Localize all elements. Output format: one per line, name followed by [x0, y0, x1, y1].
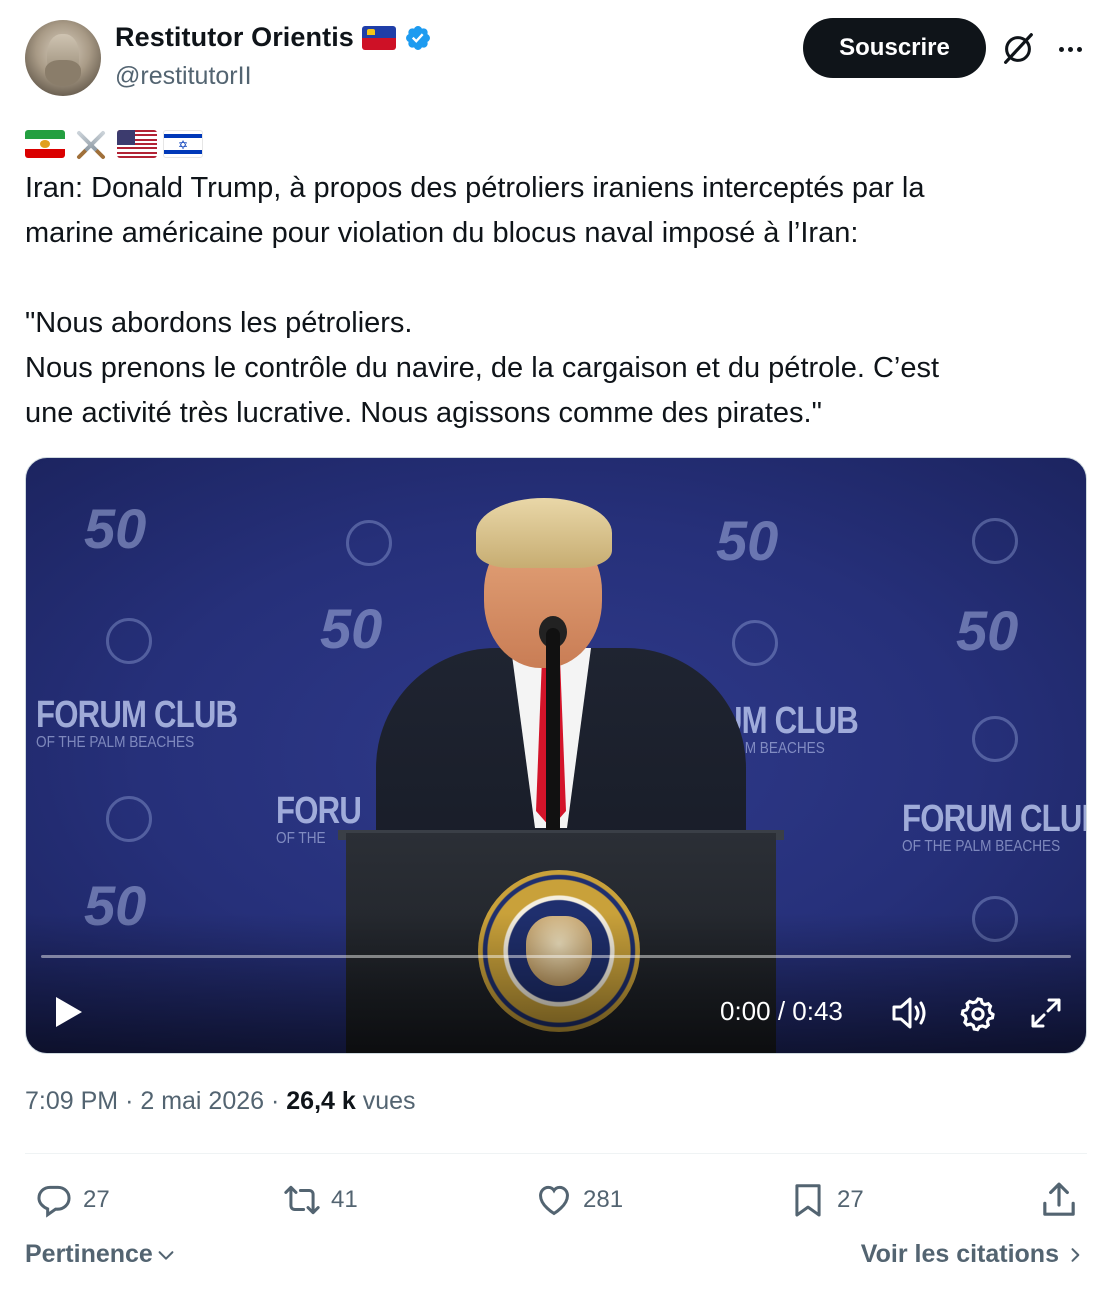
reply-icon: [37, 1185, 71, 1218]
author-handle[interactable]: @restitutorII: [115, 62, 252, 91]
backdrop-brand: FORUM CLUB: [36, 694, 238, 736]
repost-button[interactable]: 41: [283, 1172, 358, 1228]
tweet-actions: 27 41 281 27: [25, 1172, 1087, 1228]
capitol-dome-icon: [972, 518, 1018, 564]
repost-icon: [284, 1185, 320, 1215]
video-time: 0:00 / 0:43: [720, 996, 843, 1026]
bookmark-icon: [795, 1184, 821, 1217]
views-count: 26,4 k: [286, 1087, 356, 1115]
more-options-icon[interactable]: [1053, 32, 1087, 66]
view-quotes-label: Voir les citations: [860, 1240, 1059, 1268]
video-controls-shade: [26, 913, 1086, 1053]
share-icon[interactable]: [1039, 1180, 1079, 1220]
anniversary-logo: 50: [84, 497, 147, 560]
tweet-meta: 7:09 PM · 2 mai 2026 · 26,4 k vues: [25, 1087, 416, 1116]
israel-flag-icon: ✡: [163, 130, 203, 158]
bookmark-button[interactable]: 27: [789, 1172, 864, 1228]
backdrop-brand-sub: OF THE: [276, 830, 326, 847]
avatar[interactable]: [25, 20, 101, 96]
sort-label: Pertinence: [25, 1240, 153, 1268]
sort-dropdown[interactable]: Pertinence: [25, 1240, 177, 1269]
repost-count: 41: [331, 1186, 358, 1213]
capitol-dome-icon: [972, 716, 1018, 762]
subscribe-button[interactable]: Souscrire: [803, 18, 986, 78]
liechtenstein-flag-icon: [361, 25, 396, 50]
tweet-date[interactable]: 2 mai 2026: [140, 1087, 264, 1115]
fullscreen-icon[interactable]: [1029, 996, 1063, 1030]
like-button[interactable]: 281: [535, 1172, 623, 1228]
avatar-bust-beard: [45, 60, 81, 86]
emoji-line: ✡: [25, 126, 203, 162]
settings-gear-icon[interactable]: [959, 995, 997, 1033]
tweet-time[interactable]: 7:09 PM: [25, 1087, 118, 1115]
anniversary-logo: 50: [956, 599, 1019, 662]
author-display-name[interactable]: Restitutor Orientis: [115, 22, 354, 53]
verified-badge-icon[interactable]: [404, 24, 432, 52]
backdrop-brand: FORUM CLUB: [902, 798, 1087, 840]
backdrop-brand-sub: OF THE PALM BEACHES: [36, 734, 195, 751]
grok-icon[interactable]: [999, 30, 1037, 68]
play-icon[interactable]: [48, 992, 88, 1032]
divider: [25, 1153, 1087, 1154]
tweet-header: Restitutor Orientis @restitutorII Souscr…: [25, 18, 1095, 98]
video-progress-bar[interactable]: [41, 955, 1071, 958]
chevron-right-icon: [1071, 1247, 1080, 1262]
us-flag-icon: [117, 130, 157, 158]
bookmark-count: 27: [837, 1186, 864, 1213]
capitol-dome-icon: [106, 618, 152, 664]
meta-separator: ·: [271, 1087, 280, 1115]
author-name-row[interactable]: Restitutor Orientis: [115, 22, 432, 53]
reply-count: 27: [83, 1186, 110, 1213]
views-label: vues: [362, 1087, 416, 1115]
reply-button[interactable]: 27: [35, 1172, 110, 1228]
backdrop-brand-sub: OF THE PALM BEACHES: [902, 838, 1061, 855]
meta-separator: ·: [125, 1087, 134, 1115]
capitol-dome-icon: [106, 796, 152, 842]
volume-icon[interactable]: [890, 995, 930, 1031]
view-quotes-link[interactable]: Voir les citations: [861, 1240, 1085, 1269]
heart-icon: [539, 1185, 569, 1216]
video-player[interactable]: 50 50 50 50 50 FORUM CLUB OF THE PALM BE…: [25, 457, 1087, 1054]
crossed-swords-icon: [71, 126, 111, 162]
iran-flag-icon: [25, 130, 65, 158]
like-count: 281: [583, 1186, 624, 1213]
tweet-text: Iran: Donald Trump, à propos des pétroli…: [25, 172, 940, 429]
chevron-down-icon: [158, 1250, 174, 1260]
